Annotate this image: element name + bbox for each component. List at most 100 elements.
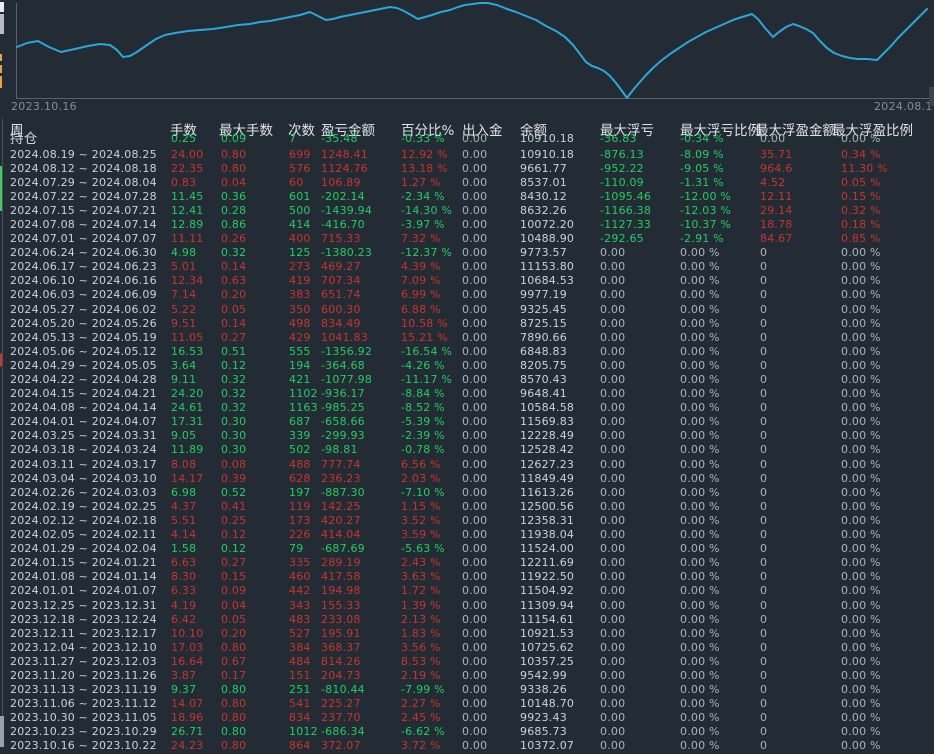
table-row[interactable]: 2023.12.25 ~ 2023.12.31 4.19 0.04 343 155.33… [0,599,934,613]
cell-period: 2024.04.29 ~ 2024.05.05 [10,358,157,372]
table-row[interactable]: 2023.12.04 ~ 2023.12.10 17.03 0.80 384 368.3… [0,641,934,655]
table-row[interactable]: 2024.04.22 ~ 2024.04.28 9.11 0.32 421 -1077.… [0,373,934,387]
table-row[interactable]: 2024.07.15 ~ 2024.07.21 12.41 0.28 500 -1439… [0,204,934,218]
table-row[interactable]: 2024.07.29 ~ 2024.08.04 0.83 0.04 60 106.89 1… [0,176,934,190]
cell-pct: 2.27 % [401,697,441,711]
table-row[interactable]: 2023.10.16 ~ 2023.10.22 24.23 0.80 864 372.0… [0,739,934,753]
cell-period: 2024.01.15 ~ 2024.01.21 [10,556,157,570]
cell-count: 383 [289,288,311,302]
table-row[interactable]: 2024.02.26 ~ 2024.03.03 6.98 0.52 197 -887.3… [0,486,934,500]
table-row[interactable]: 2023.11.27 ~ 2023.12.03 16.64 0.67 484 814.2… [0,655,934,669]
cell-pct: 13.18 % [401,161,448,175]
cell-max_float_profit_pct: 0.00 % [841,429,881,443]
cell-pnl: 289.19 [321,556,361,570]
cell-max_float_profit_pct: 0.00 % [841,654,881,668]
table-row[interactable]: 2024.07.01 ~ 2024.07.07 11.11 0.26 400 715.3… [0,232,934,246]
table-row[interactable]: 2023.12.11 ~ 2023.12.17 10.10 0.20 527 195.9… [0,627,934,641]
cell-max_lots: 0.52 [221,485,247,499]
cell-balance: 10684.53 [520,274,575,288]
edge-artifact [0,716,4,747]
cell-max_float_loss: 0.00 [600,302,626,316]
cell-lots: 26.71 [171,725,204,739]
cell-cash: 0.00 [462,542,488,556]
cell-max_lots: 0.14 [221,316,247,330]
cell-period: 2024.03.04 ~ 2024.03.10 [10,471,157,485]
table-row[interactable]: 2024.01.08 ~ 2024.01.14 8.30 0.15 460 417.58… [0,570,934,584]
table-row[interactable]: 2024.07.22 ~ 2024.07.28 11.45 0.36 601 -202.… [0,190,934,204]
table-row[interactable]: 2024.02.19 ~ 2024.02.25 4.37 0.41 119 142.25… [0,500,934,514]
cell-max_float_profit_pct: 0.00 % [841,471,881,485]
table-row[interactable]: 2024.02.12 ~ 2024.02.18 5.51 0.25 173 420.27… [0,514,934,528]
cell-pnl: 417.58 [321,570,361,584]
table-row[interactable]: 2024.06.24 ~ 2024.06.30 4.98 0.32 125 -1380.… [0,246,934,260]
table-row[interactable]: 2023.12.18 ~ 2023.12.24 6.42 0.05 483 233.08… [0,613,934,627]
cell-period: 2023.12.04 ~ 2023.12.10 [10,640,157,654]
table-row[interactable]: 2024.06.03 ~ 2024.06.09 7.14 0.20 383 651.74… [0,288,934,302]
cell-max_float_profit_pct: 0.00 % [841,697,881,711]
cell-pct: -0.78 % [401,443,445,457]
cell-period: 2023.12.18 ~ 2023.12.24 [10,612,157,626]
table-row[interactable]: 2024.05.13 ~ 2024.05.19 11.05 0.27 429 1041.… [0,331,934,345]
table-row[interactable]: 2024.04.15 ~ 2024.04.21 24.20 0.32 1102 -936… [0,387,934,401]
table-row[interactable]: 2024.04.29 ~ 2024.05.05 3.64 0.12 194 -364.6… [0,359,934,373]
table-row[interactable]: 2024.02.05 ~ 2024.02.11 4.14 0.12 226 414.04… [0,528,934,542]
table-row[interactable]: 2024.06.10 ~ 2024.06.16 12.34 0.63 419 707.3… [0,274,934,288]
cell-pnl: 834.49 [321,316,361,330]
table-row[interactable]: 2024.07.08 ~ 2024.07.14 12.89 0.86 414 -416.… [0,218,934,232]
cell-pct: 8.53 % [401,654,441,668]
table-row[interactable]: 2024.08.19 ~ 2024.08.25 24.00 0.80 699 1248.… [0,148,934,162]
table-row[interactable]: 2024.01.15 ~ 2024.01.21 6.63 0.27 335 289.19… [0,556,934,570]
cell-max_float_loss_pct: 0.00 % [680,429,720,443]
cell-max_lots: 0.26 [221,232,247,246]
cell-pct: 3.56 % [401,640,441,654]
cell-cash: 0.00 [462,528,488,542]
cell-max_float_loss: 0.00 [600,598,626,612]
cell-balance: 12211.69 [520,556,575,570]
table-row[interactable]: 2024.03.11 ~ 2024.03.17 8.08 0.08 488 777.74… [0,458,934,472]
cell-pnl: 420.27 [321,513,361,527]
cell-max_float_loss_pct: 0.00 % [680,373,720,386]
cell-lots: 8.30 [171,570,197,584]
table-row[interactable]: 2023.11.06 ~ 2023.11.12 14.07 0.80 541 225.2… [0,697,934,711]
table-row[interactable]: 2024.05.27 ~ 2024.06.02 5.22 0.05 350 600.30… [0,303,934,317]
table-row[interactable]: 2024.04.08 ~ 2024.04.14 24.61 0.32 1163 -985… [0,401,934,415]
table-row[interactable]: 2024.03.25 ~ 2024.03.31 9.05 0.30 339 -299.9… [0,429,934,443]
table-row[interactable]: 2024.04.01 ~ 2024.04.07 17.31 0.30 687 -658.… [0,415,934,429]
table-row[interactable]: 2023.10.23 ~ 2023.10.29 26.71 0.80 1012 -686… [0,725,934,739]
cell-max_float_loss: 0.00 [600,542,626,556]
cell-max_float_loss_pct: 0.00 % [680,387,720,401]
table-row[interactable]: 2024.05.20 ~ 2024.05.26 9.51 0.14 498 834.49… [0,317,934,331]
cell-pct: 15.21 % [401,330,448,344]
cell-cash: 0.00 [462,316,488,330]
cell-pnl: -1439.94 [321,203,373,217]
cell-count: 339 [289,429,311,443]
table-row[interactable]: 2024.01.29 ~ 2024.02.04 1.58 0.12 79 -687.69… [0,542,934,556]
cell-pct: 3.59 % [401,528,441,542]
cell-max_float_loss_pct: 0.00 % [680,542,720,556]
position-row[interactable]: 持仓 0.25 0.09 7 -35.48 -0.33 % 0.00 10910.18 -36.… [0,132,934,148]
cell-count: 343 [289,598,311,612]
table-row[interactable]: 2024.06.17 ~ 2024.06.23 5.01 0.14 273 469.27… [0,260,934,274]
cell-pnl: 225.27 [321,697,361,711]
table-row[interactable]: 2024.03.18 ~ 2024.03.24 11.89 0.30 502 -98.8… [0,443,934,457]
cell-max_float_loss: 0.00 [600,316,626,330]
cell-count: 400 [289,232,311,246]
table-row[interactable]: 2024.08.12 ~ 2024.08.18 22.35 0.80 576 1124.… [0,162,934,176]
cell-max_float_loss_pct: 0.00 % [680,344,720,358]
cell-pnl: -810.44 [321,683,365,697]
cell-balance: 10072.20 [520,217,575,231]
table-row[interactable]: 2024.01.01 ~ 2024.01.07 6.33 0.09 442 194.98… [0,584,934,598]
cell-max_float_profit: 0 [760,246,768,260]
cell-max_lots: 0.32 [221,373,247,386]
table-row[interactable]: 2023.11.13 ~ 2023.11.19 9.37 0.80 251 -810.4… [0,683,934,697]
cell-lots: 12.89 [171,217,204,231]
cell-max_float_profit: 0 [760,725,768,739]
cell-cash: 0.00 [462,626,488,640]
table-row[interactable]: 2023.10.30 ~ 2023.11.05 18.96 0.80 834 237.7… [0,711,934,725]
table-row[interactable]: 2024.05.06 ~ 2024.05.12 16.53 0.51 555 -1356… [0,345,934,359]
table-row[interactable]: 2023.11.20 ~ 2023.11.26 3.87 0.17 151 204.73… [0,669,934,683]
table-row[interactable]: 2024.03.04 ~ 2024.03.10 14.17 0.39 628 236.2… [0,472,934,486]
cell-lots: 14.17 [171,471,204,485]
cell-max_float_loss: 0.00 [600,626,626,640]
cell-max_float_profit: 0 [760,260,768,274]
